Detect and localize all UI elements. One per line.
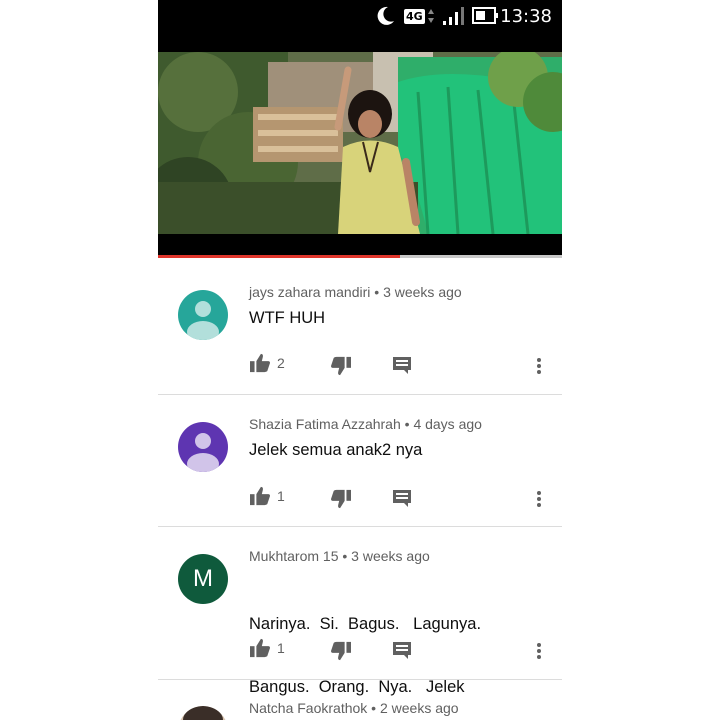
thumbs-down-icon: [331, 641, 351, 661]
video-progress-fill: [158, 255, 401, 258]
more-vert-icon: [537, 358, 541, 374]
thumbs-down-icon: [331, 489, 351, 509]
like-button[interactable]: 1: [249, 484, 285, 508]
comment-meta: Natcha Faokrathok • 2 weeks ago: [249, 700, 459, 716]
divider: [158, 679, 562, 680]
more-vert-icon: [537, 491, 541, 507]
like-count: 2: [277, 355, 285, 371]
avatar[interactable]: M: [178, 554, 228, 604]
video-bottom-bar: [158, 234, 562, 255]
comment-text-line: Bangus. Orang. Nya. Jelek: [249, 678, 465, 696]
dislike-button[interactable]: [330, 354, 352, 378]
comment-author[interactable]: Natcha Faokrathok: [249, 700, 367, 716]
comment-text: Jelek semua anak2 nya: [249, 440, 422, 461]
comment-text-line: Jelek semua anak2 nya: [249, 441, 423, 459]
video-frame: [158, 52, 562, 234]
like-button[interactable]: 2: [249, 351, 285, 375]
reply-button[interactable]: [392, 639, 412, 663]
comment-text-line: Narinya. Si. Bagus. Lagunya.: [249, 615, 482, 633]
clock: 13:38: [500, 5, 552, 27]
reply-icon: [393, 490, 411, 507]
comment-age: 3 weeks ago: [383, 284, 462, 300]
avatar[interactable]: [178, 290, 228, 340]
comment-author[interactable]: jays zahara mandiri: [249, 284, 370, 300]
default-avatar-icon: [178, 422, 228, 472]
comment-age: 4 days ago: [413, 416, 482, 432]
thumbs-up-icon: [250, 486, 270, 506]
comment-actions: 1: [249, 484, 549, 511]
comment-author[interactable]: Shazia Fatima Azzahrah: [249, 416, 401, 432]
meta-separator: •: [367, 700, 380, 716]
dislike-button[interactable]: [330, 487, 352, 511]
comment-age: 2 weeks ago: [379, 700, 459, 716]
status-bar: 4G 13:38: [158, 0, 562, 52]
reply-icon: [393, 357, 411, 374]
comment-meta: Mukhtarom 15 • 3 weeks ago: [249, 548, 430, 564]
comment-text-line: WTF HUH: [249, 309, 326, 327]
user-photo-avatar: [178, 706, 228, 720]
comment-age: 3 weeks ago: [351, 548, 430, 564]
comment-author[interactable]: Mukhtarom 15: [249, 548, 338, 564]
thumbs-up-icon: [250, 638, 270, 658]
more-options-button[interactable]: [536, 639, 542, 663]
signal-icon: [442, 0, 466, 32]
reply-button[interactable]: [392, 354, 412, 378]
phone-screen: 4G 13:38 jays zahara mandiri • 3 weeks a…: [158, 0, 562, 720]
comment-meta: jays zahara mandiri • 3 weeks ago: [249, 284, 462, 300]
battery-icon: [472, 0, 502, 32]
like-button[interactable]: 1: [249, 636, 285, 660]
default-avatar-icon: [178, 290, 228, 340]
data-arrows-icon: [427, 9, 434, 23]
comment-actions: 2: [249, 351, 549, 378]
meta-separator: •: [338, 548, 352, 564]
dislike-button[interactable]: [330, 639, 352, 663]
video-progress-bar[interactable]: [158, 255, 562, 258]
meta-separator: •: [400, 416, 414, 432]
comment-actions: 1: [249, 636, 549, 663]
comment-text: WTF HUH: [249, 308, 325, 329]
comment-meta: Shazia Fatima Azzahrah • 4 days ago: [249, 416, 482, 432]
divider: [158, 394, 562, 395]
like-count: 1: [277, 640, 285, 656]
network-type-label: 4G: [404, 8, 425, 24]
like-count: 1: [277, 488, 285, 504]
divider: [158, 526, 562, 527]
video-thumbnail-image: [158, 52, 562, 234]
thumbs-down-icon: [331, 356, 351, 376]
reply-button[interactable]: [392, 487, 412, 511]
avatar-letter: M: [178, 554, 228, 604]
avatar[interactable]: [178, 706, 228, 720]
video-player[interactable]: [158, 52, 562, 255]
reply-icon: [393, 642, 411, 659]
network-type-badge: 4G: [404, 0, 435, 32]
more-vert-icon: [537, 643, 541, 659]
thumbs-up-icon: [250, 353, 270, 373]
avatar[interactable]: [178, 422, 228, 472]
moon-icon: [374, 0, 396, 32]
more-options-button[interactable]: [536, 354, 542, 378]
meta-separator: •: [370, 284, 384, 300]
more-options-button[interactable]: [536, 487, 542, 511]
